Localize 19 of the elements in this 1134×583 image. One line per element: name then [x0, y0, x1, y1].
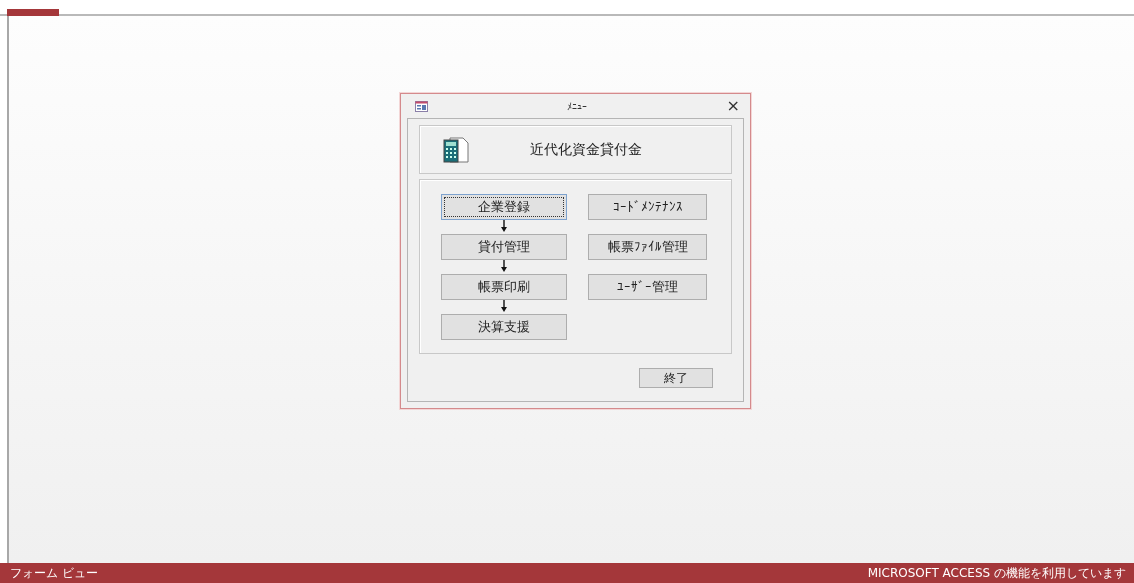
menu-button[interactable]: 帳票印刷 [441, 274, 567, 300]
calculator-document-icon [442, 135, 470, 164]
menu-button[interactable]: ｺｰﾄﾞﾒﾝﾃﾅﾝｽ [588, 194, 707, 220]
menu-button[interactable]: 決算支援 [441, 314, 567, 340]
down-arrow-icon [501, 260, 507, 272]
down-arrow-icon [501, 300, 507, 312]
menu-button[interactable]: 企業登録 [441, 194, 567, 220]
app-heading: 近代化資金貸付金 [530, 140, 642, 159]
dialog-title: ﾒﾆｭｰ [566, 99, 589, 114]
exit-button[interactable]: 終了 [639, 368, 713, 388]
menu-button[interactable]: 貸付管理 [441, 234, 567, 260]
status-text: フォーム ビュー [10, 565, 98, 582]
form-icon [415, 100, 428, 112]
menu-button[interactable]: ﾕｰｻﾞｰ管理 [588, 274, 707, 300]
close-button[interactable]: × [726, 98, 740, 114]
down-arrow-icon [501, 220, 507, 232]
ribbon-tab[interactable] [7, 9, 59, 16]
menu-button[interactable]: 帳票ﾌｧｲﾙ管理 [588, 234, 707, 260]
status-text: MICROSOFT ACCESS の機能を利用しています [867, 565, 1126, 582]
